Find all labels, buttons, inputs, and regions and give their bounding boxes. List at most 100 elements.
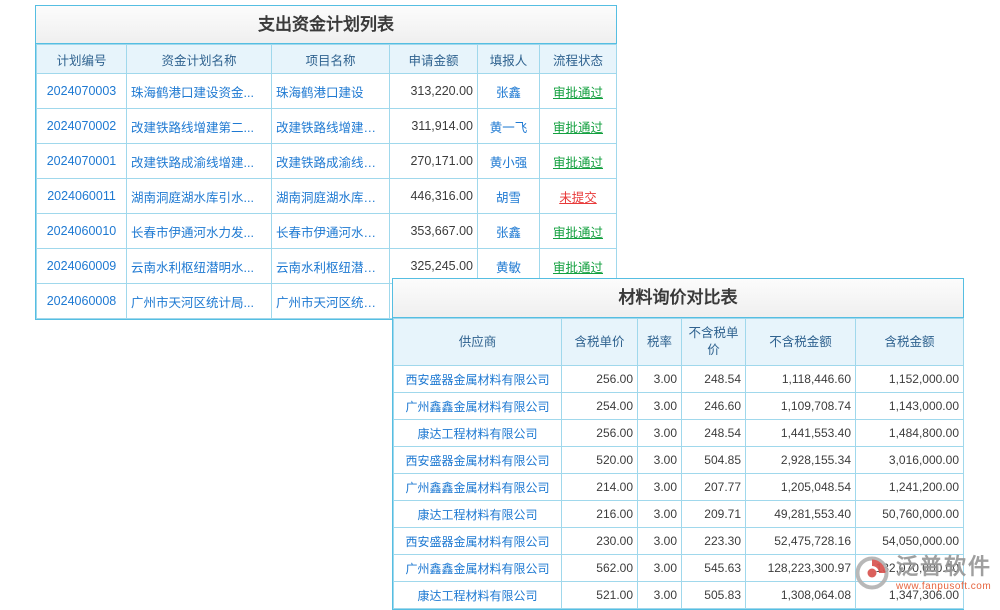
- table-row: 2024060011湖南洞庭湖水库引水...湖南洞庭湖水库引...446,316…: [37, 179, 617, 214]
- cell-project[interactable]: 改建铁路线增建第...: [272, 109, 390, 144]
- cell-price_tax: 230.00: [562, 528, 638, 555]
- cell-price_tax: 214.00: [562, 474, 638, 501]
- cell-price_notax: 223.30: [682, 528, 746, 555]
- watermark-brand: 泛普软件: [896, 555, 992, 579]
- cell-project[interactable]: 云南水利枢纽潜明...: [272, 249, 390, 284]
- cell-amount_tax: 1,143,000.00: [856, 393, 964, 420]
- cell-price_tax: 562.00: [562, 555, 638, 582]
- cell-amount_notax: 1,109,708.74: [746, 393, 856, 420]
- table-row: 2024060010长春市伊通河水力发...长春市伊通河水力...353,667…: [37, 214, 617, 249]
- cell-amount_tax: 1,241,200.00: [856, 474, 964, 501]
- cell-amount_tax: 50,760,000.00: [856, 501, 964, 528]
- cell-plan[interactable]: 改建铁路线增建第二...: [127, 109, 272, 144]
- table-row: 康达工程材料有限公司216.003.00209.7149,281,553.405…: [394, 501, 964, 528]
- cell-amount_notax: 128,223,300.97: [746, 555, 856, 582]
- col-header-price_notax: 不含税单价: [682, 319, 746, 366]
- cell-price_notax: 505.83: [682, 582, 746, 609]
- table-row: 广州鑫鑫金属材料有限公司214.003.00207.771,205,048.54…: [394, 474, 964, 501]
- cell-supplier[interactable]: 广州鑫鑫金属材料有限公司: [394, 555, 562, 582]
- cell-plan[interactable]: 改建铁路成渝线增建...: [127, 144, 272, 179]
- cell-status[interactable]: 审批通过: [540, 74, 617, 109]
- cell-person[interactable]: 张鑫: [478, 74, 540, 109]
- cell-id[interactable]: 2024060009: [37, 249, 127, 284]
- cell-price_notax: 545.63: [682, 555, 746, 582]
- table-row: 康达工程材料有限公司256.003.00248.541,441,553.401,…: [394, 420, 964, 447]
- expense-fund-plan-title: 支出资金计划列表: [36, 6, 616, 44]
- cell-price_notax: 504.85: [682, 447, 746, 474]
- cell-supplier[interactable]: 康达工程材料有限公司: [394, 420, 562, 447]
- cell-amount_notax: 1,308,064.08: [746, 582, 856, 609]
- cell-amount: 446,316.00: [390, 179, 478, 214]
- cell-plan[interactable]: 广州市天河区统计局...: [127, 284, 272, 319]
- cell-rate: 3.00: [638, 393, 682, 420]
- cell-id[interactable]: 2024070002: [37, 109, 127, 144]
- cell-project[interactable]: 珠海鹤港口建设: [272, 74, 390, 109]
- cell-rate: 3.00: [638, 447, 682, 474]
- cell-price_tax: 216.00: [562, 501, 638, 528]
- cell-supplier[interactable]: 西安盛器金属材料有限公司: [394, 528, 562, 555]
- cell-amount: 270,171.00: [390, 144, 478, 179]
- cell-status[interactable]: 未提交: [540, 179, 617, 214]
- table-row: 西安盛器金属材料有限公司230.003.00223.3052,475,728.1…: [394, 528, 964, 555]
- cell-id[interactable]: 2024070003: [37, 74, 127, 109]
- cell-amount_notax: 1,205,048.54: [746, 474, 856, 501]
- cell-status[interactable]: 审批通过: [540, 144, 617, 179]
- col-header-amount_notax: 不含税金额: [746, 319, 856, 366]
- cell-price_notax: 248.54: [682, 420, 746, 447]
- cell-price_tax: 256.00: [562, 366, 638, 393]
- cell-project[interactable]: 改建铁路成渝线增...: [272, 144, 390, 179]
- col-header-rate: 税率: [638, 319, 682, 366]
- cell-id[interactable]: 2024060011: [37, 179, 127, 214]
- cell-amount_notax: 1,118,446.60: [746, 366, 856, 393]
- cell-amount_tax: 54,050,000.00: [856, 528, 964, 555]
- cell-amount_notax: 1,441,553.40: [746, 420, 856, 447]
- cell-amount: 311,914.00: [390, 109, 478, 144]
- cell-person[interactable]: 黄小强: [478, 144, 540, 179]
- col-header-supplier: 供应商: [394, 319, 562, 366]
- cell-plan[interactable]: 湖南洞庭湖水库引水...: [127, 179, 272, 214]
- col-header-plan: 资金计划名称: [127, 45, 272, 74]
- cell-project[interactable]: 湖南洞庭湖水库引...: [272, 179, 390, 214]
- cell-person[interactable]: 张鑫: [478, 214, 540, 249]
- cell-rate: 3.00: [638, 366, 682, 393]
- cell-price_notax: 209.71: [682, 501, 746, 528]
- cell-status[interactable]: 审批通过: [540, 109, 617, 144]
- cell-person[interactable]: 黄一飞: [478, 109, 540, 144]
- table-row: 2024070001改建铁路成渝线增建...改建铁路成渝线增...270,171…: [37, 144, 617, 179]
- cell-supplier[interactable]: 康达工程材料有限公司: [394, 582, 562, 609]
- cell-plan[interactable]: 长春市伊通河水力发...: [127, 214, 272, 249]
- col-header-project: 项目名称: [272, 45, 390, 74]
- cell-supplier[interactable]: 西安盛器金属材料有限公司: [394, 447, 562, 474]
- cell-rate: 3.00: [638, 555, 682, 582]
- table-row: 广州鑫鑫金属材料有限公司254.003.00246.601,109,708.74…: [394, 393, 964, 420]
- cell-supplier[interactable]: 康达工程材料有限公司: [394, 501, 562, 528]
- cell-id[interactable]: 2024070001: [37, 144, 127, 179]
- cell-plan[interactable]: 珠海鹤港口建设资金...: [127, 74, 272, 109]
- cell-project[interactable]: 长春市伊通河水力...: [272, 214, 390, 249]
- table-row: 西安盛器金属材料有限公司256.003.00248.541,118,446.60…: [394, 366, 964, 393]
- cell-amount_tax: 1,484,800.00: [856, 420, 964, 447]
- cell-rate: 3.00: [638, 501, 682, 528]
- cell-id[interactable]: 2024060008: [37, 284, 127, 319]
- table-row: 2024070003珠海鹤港口建设资金...珠海鹤港口建设313,220.00张…: [37, 74, 617, 109]
- cell-rate: 3.00: [638, 582, 682, 609]
- col-header-status: 流程状态: [540, 45, 617, 74]
- cell-supplier[interactable]: 广州鑫鑫金属材料有限公司: [394, 393, 562, 420]
- cell-id[interactable]: 2024060010: [37, 214, 127, 249]
- cell-person[interactable]: 胡雪: [478, 179, 540, 214]
- header-row: 计划编号资金计划名称项目名称申请金额填报人流程状态: [37, 45, 617, 74]
- watermark-text: 泛普软件 www.fanpusoft.com: [896, 555, 992, 592]
- cell-rate: 3.00: [638, 420, 682, 447]
- cell-price_tax: 521.00: [562, 582, 638, 609]
- cell-status[interactable]: 审批通过: [540, 214, 617, 249]
- col-header-amount_tax: 含税金额: [856, 319, 964, 366]
- cell-project[interactable]: 广州市天河区统计...: [272, 284, 390, 319]
- cell-rate: 3.00: [638, 474, 682, 501]
- cell-price_tax: 256.00: [562, 420, 638, 447]
- cell-amount_tax: 3,016,000.00: [856, 447, 964, 474]
- cell-supplier[interactable]: 广州鑫鑫金属材料有限公司: [394, 474, 562, 501]
- table-row: 西安盛器金属材料有限公司520.003.00504.852,928,155.34…: [394, 447, 964, 474]
- cell-supplier[interactable]: 西安盛器金属材料有限公司: [394, 366, 562, 393]
- col-header-id: 计划编号: [37, 45, 127, 74]
- cell-plan[interactable]: 云南水利枢纽潜明水...: [127, 249, 272, 284]
